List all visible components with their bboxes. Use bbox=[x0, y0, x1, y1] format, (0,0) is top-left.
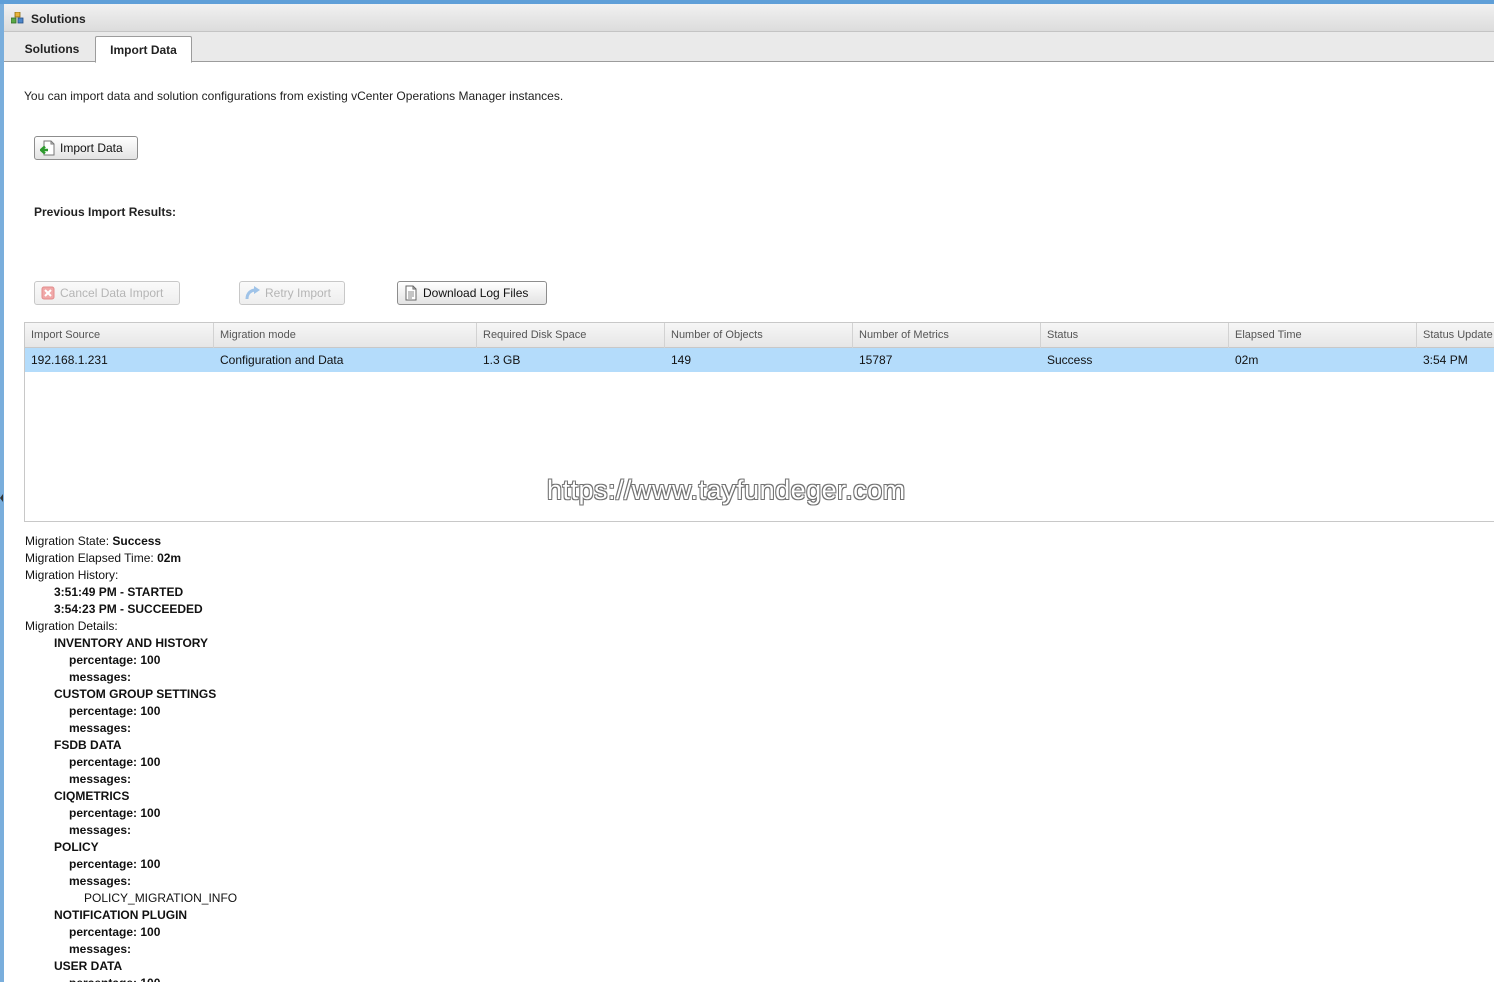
history-entry: 3:51:49 PM - STARTED bbox=[54, 585, 184, 599]
detail-section-name: INVENTORY AND HISTORY bbox=[54, 636, 209, 650]
intro-text: You can import data and solution configu… bbox=[24, 89, 564, 103]
migration-elapsed-value: 02m bbox=[157, 551, 182, 565]
detail-message-text: POLICY_MIGRATION_INFO bbox=[84, 891, 238, 905]
detail-percentage: percentage: 100 bbox=[69, 806, 161, 820]
detail-section-name: CUSTOM GROUP SETTINGS bbox=[54, 687, 217, 701]
migration-history-label: Migration History: bbox=[25, 568, 119, 582]
migration-elapsed-line: Migration Elapsed Time: 02m bbox=[25, 550, 181, 567]
cell-number-of-metrics: 15787 bbox=[859, 353, 893, 367]
solutions-icon bbox=[11, 12, 24, 24]
cell-migration-mode: Configuration and Data bbox=[220, 353, 344, 367]
detail-messages-label: messages: bbox=[69, 721, 132, 735]
migration-state-label: Migration State: bbox=[25, 534, 110, 548]
detail-percentage: percentage: 100 bbox=[69, 755, 161, 769]
previous-results-heading: Previous Import Results: bbox=[34, 205, 177, 219]
detail-messages-label: messages: bbox=[69, 772, 132, 786]
import-data-panel: You can import data and solution configu… bbox=[4, 63, 1494, 982]
migration-state-line: Migration State: Success bbox=[25, 533, 161, 550]
detail-section-name: NOTIFICATION PLUGIN bbox=[54, 908, 188, 922]
detail-messages-label: messages: bbox=[69, 823, 132, 837]
detail-messages-label: messages: bbox=[69, 874, 132, 888]
column-header-migration-mode[interactable]: Migration mode bbox=[214, 323, 477, 348]
detail-percentage: percentage: 100 bbox=[69, 975, 160, 982]
detail-section-name: POLICY bbox=[54, 840, 99, 854]
retry-import-button[interactable]: Retry Import bbox=[239, 281, 345, 305]
detail-percentage: percentage: 100 bbox=[69, 925, 161, 939]
column-header-required-disk-space[interactable]: Required Disk Space bbox=[477, 323, 665, 348]
cancel-data-import-button[interactable]: Cancel Data Import bbox=[34, 281, 180, 305]
migration-details-label: Migration Details: bbox=[25, 619, 118, 633]
table-header: Import Source Migration mode Required Di… bbox=[25, 323, 1494, 348]
watermark-text: https://www.tayfundeger.com bbox=[547, 475, 906, 505]
download-log-files-label: Download Log Files bbox=[423, 286, 529, 300]
detail-messages-label: messages: bbox=[69, 670, 132, 684]
detail-percentage: percentage: 100 bbox=[69, 653, 161, 667]
column-header-import-source[interactable]: Import Source bbox=[25, 323, 214, 348]
tab-import-data[interactable]: Import Data bbox=[95, 36, 192, 63]
migration-state-value: Success bbox=[112, 534, 162, 548]
cancel-icon bbox=[41, 286, 55, 300]
collapse-arrow-icon[interactable] bbox=[0, 494, 3, 502]
detail-section-name: USER DATA bbox=[54, 959, 123, 973]
cell-number-of-objects: 149 bbox=[671, 353, 692, 367]
download-log-files-button[interactable]: Download Log Files bbox=[397, 281, 547, 305]
tab-solutions[interactable]: Solutions bbox=[12, 36, 92, 62]
column-header-number-of-objects[interactable]: Number of Objects bbox=[665, 323, 853, 348]
retry-arrow-icon bbox=[245, 286, 260, 300]
tab-bar: Solutions Import Data bbox=[4, 32, 1494, 63]
column-header-status[interactable]: Status bbox=[1041, 323, 1229, 348]
history-entry: 3:54:23 PM - SUCCEEDED bbox=[54, 602, 203, 616]
import-data-label: Import Data bbox=[60, 141, 123, 155]
import-icon bbox=[40, 140, 55, 156]
table-row[interactable]: 192.168.1.231 Configuration and Data 1.3… bbox=[25, 348, 1494, 372]
detail-percentage: percentage: 100 bbox=[69, 704, 161, 718]
cancel-data-import-label: Cancel Data Import bbox=[60, 286, 164, 300]
cell-status-update: 3:54 PM bbox=[1423, 353, 1468, 367]
detail-messages-label: messages: bbox=[69, 942, 132, 956]
cell-import-source: 192.168.1.231 bbox=[31, 353, 108, 367]
column-header-number-of-metrics[interactable]: Number of Metrics bbox=[853, 323, 1041, 348]
import-data-button[interactable]: Import Data bbox=[34, 136, 138, 160]
detail-section-name: FSDB DATA bbox=[54, 738, 122, 752]
detail-percentage: percentage: 100 bbox=[69, 857, 161, 871]
column-header-elapsed-time[interactable]: Elapsed Time bbox=[1229, 323, 1417, 348]
column-header-status-update[interactable]: Status Update T bbox=[1417, 323, 1494, 348]
cell-status: Success bbox=[1047, 353, 1093, 367]
window-titlebar: Solutions bbox=[4, 4, 1494, 32]
cell-elapsed-time: 02m bbox=[1235, 353, 1259, 367]
retry-import-label: Retry Import bbox=[265, 286, 332, 300]
window-title: Solutions bbox=[31, 12, 86, 26]
migration-elapsed-label: Migration Elapsed Time: bbox=[25, 551, 154, 565]
detail-section-name: CIQMETRICS bbox=[54, 789, 130, 803]
document-icon bbox=[405, 285, 417, 301]
cell-required-disk-space: 1.3 GB bbox=[483, 353, 521, 367]
